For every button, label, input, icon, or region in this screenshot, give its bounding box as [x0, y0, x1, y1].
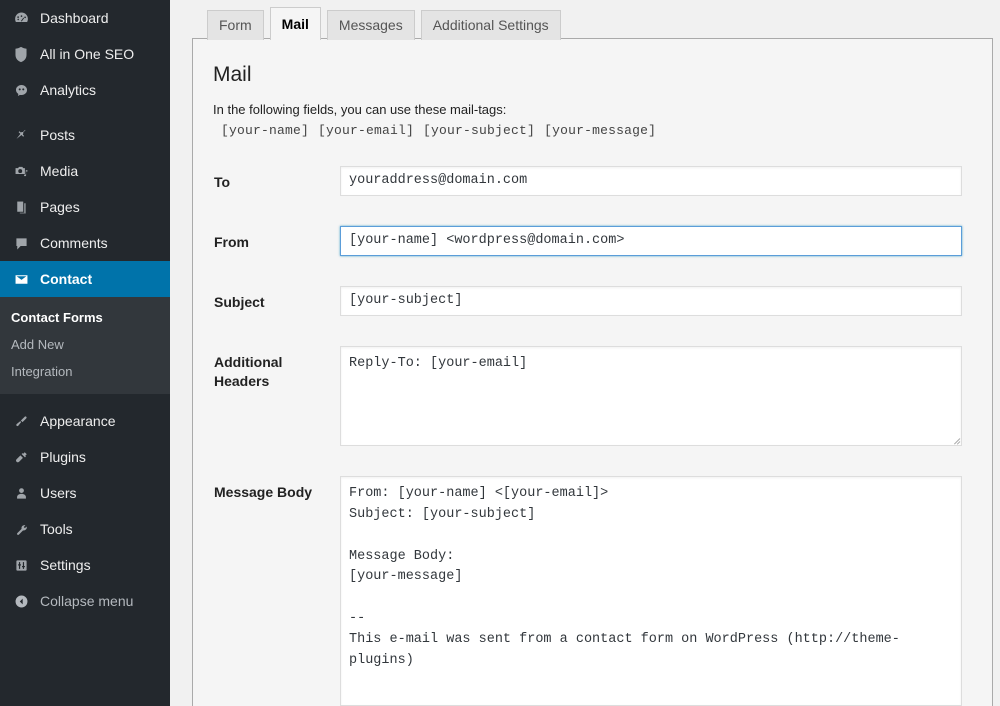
collapse-arrow-icon	[11, 591, 31, 611]
sidebar-item-users[interactable]: Users	[0, 475, 170, 511]
sidebar-item-dashboard[interactable]: Dashboard	[0, 0, 170, 36]
mailtag-your-email: [your-email]	[318, 123, 414, 138]
sidebar-item-label: Analytics	[40, 82, 96, 98]
tab-mail[interactable]: Mail	[270, 7, 321, 40]
sidebar-item-tools[interactable]: Tools	[0, 511, 170, 547]
sidebar-separator-1	[0, 108, 170, 117]
sidebar-item-label: Comments	[40, 235, 108, 251]
field-row-from: From	[213, 216, 973, 276]
envelope-icon	[11, 269, 31, 289]
field-label-to: To	[213, 156, 340, 216]
sidebar-item-appearance[interactable]: Appearance	[0, 403, 170, 439]
sidebar-item-contact[interactable]: Contact	[0, 261, 170, 297]
mailtag-your-message: [your-message]	[544, 123, 656, 138]
settings-tab-bar: Form Mail Messages Additional Settings	[207, 5, 567, 40]
contact-submenu: Contact Forms Add New Integration	[0, 297, 170, 394]
plug-icon	[11, 447, 31, 467]
sidebar-item-label: Dashboard	[40, 10, 109, 26]
message-body-textarea[interactable]: From: [your-name] <[your-email]> Subject…	[340, 476, 962, 706]
sidebar-item-label: All in One SEO	[40, 46, 134, 62]
from-input[interactable]	[340, 226, 962, 256]
user-icon	[11, 483, 31, 503]
additional-headers-textarea[interactable]: Reply-To: [your-email]	[340, 346, 962, 446]
sidebar-item-label: Contact	[40, 271, 92, 287]
comment-bubble-icon	[11, 233, 31, 253]
sidebar-item-label: Media	[40, 163, 78, 179]
field-row-to: To	[213, 156, 973, 216]
field-label-message-body: Message Body	[213, 466, 340, 706]
page-title: Mail	[213, 61, 972, 88]
pages-icon	[11, 197, 31, 217]
sidebar-item-settings[interactable]: Settings	[0, 547, 170, 583]
sidebar-item-comments[interactable]: Comments	[0, 225, 170, 261]
collapse-menu-label: Collapse menu	[40, 593, 133, 609]
sidebar-item-label: Plugins	[40, 449, 86, 465]
sidebar-item-label: Settings	[40, 557, 91, 573]
media-icon	[11, 161, 31, 181]
field-row-message-body: Message Body From: [your-name] <[your-em…	[213, 466, 973, 706]
tab-form[interactable]: Form	[207, 10, 264, 40]
subject-input[interactable]	[340, 286, 962, 316]
sidebar-item-all-in-one-seo[interactable]: All in One SEO	[0, 36, 170, 72]
admin-sidebar: Dashboard All in One SEO Analytics Posts	[0, 0, 170, 706]
current-menu-arrow	[170, 271, 178, 287]
mailtag-your-name: [your-name]	[221, 123, 309, 138]
submenu-item-add-new[interactable]: Add New	[0, 331, 170, 358]
field-row-subject: Subject	[213, 276, 973, 336]
sidebar-item-pages[interactable]: Pages	[0, 189, 170, 225]
field-label-additional-headers: Additional Headers	[213, 336, 340, 466]
dashboard-icon	[11, 8, 31, 28]
sliders-icon	[11, 555, 31, 575]
analytics-icon	[11, 80, 31, 100]
sidebar-item-label: Appearance	[40, 413, 116, 429]
mailtags-intro: In the following fields, you can use the…	[213, 100, 972, 120]
field-label-subject: Subject	[213, 276, 340, 336]
sidebar-item-plugins[interactable]: Plugins	[0, 439, 170, 475]
sidebar-item-label: Users	[40, 485, 77, 501]
sidebar-item-label: Pages	[40, 199, 80, 215]
sidebar-item-posts[interactable]: Posts	[0, 117, 170, 153]
collapse-menu-button[interactable]: Collapse menu	[0, 583, 170, 619]
mail-settings-panel: Mail In the following fields, you can us…	[192, 38, 993, 706]
mail-form-table: To From Subject	[213, 156, 973, 706]
sidebar-item-label: Tools	[40, 521, 73, 537]
shield-icon	[11, 44, 31, 64]
sidebar-separator-2	[0, 394, 170, 403]
submenu-item-integration[interactable]: Integration	[0, 358, 170, 385]
submenu-item-contact-forms[interactable]: Contact Forms	[0, 304, 170, 331]
mailtag-your-subject: [your-subject]	[423, 123, 535, 138]
paintbrush-icon	[11, 411, 31, 431]
mailtags-list: [your-name] [your-email] [your-subject] [yo…	[221, 123, 972, 138]
sidebar-item-media[interactable]: Media	[0, 153, 170, 189]
to-input[interactable]	[340, 166, 962, 196]
pushpin-icon	[11, 125, 31, 145]
sidebar-item-label: Posts	[40, 127, 75, 143]
sidebar-item-analytics[interactable]: Analytics	[0, 72, 170, 108]
wrench-icon	[11, 519, 31, 539]
tab-messages[interactable]: Messages	[327, 10, 415, 40]
field-label-from: From	[213, 216, 340, 276]
tab-additional-settings[interactable]: Additional Settings	[421, 10, 561, 40]
field-row-additional-headers: Additional Headers Reply-To: [your-email…	[213, 336, 973, 466]
